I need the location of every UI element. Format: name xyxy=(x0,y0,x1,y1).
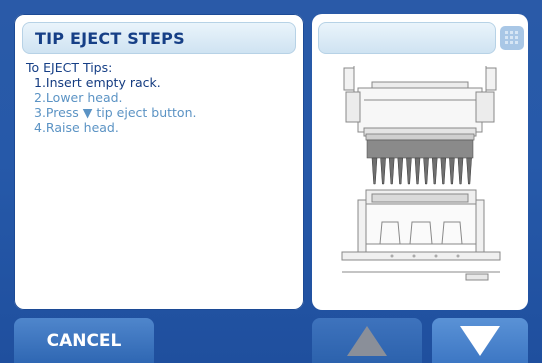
pipette-tip xyxy=(423,157,429,185)
triangle-down-icon xyxy=(460,325,500,356)
instructions-title: TIP EJECT STEPS xyxy=(35,29,185,48)
pipette-tip xyxy=(380,157,386,185)
pipette-head-tip-rack-icon xyxy=(341,66,501,281)
pipette-tip xyxy=(397,157,404,185)
pipette-tip xyxy=(466,157,472,185)
pipette-tip xyxy=(431,157,438,185)
down-arrow-button[interactable] xyxy=(432,318,528,363)
pipette-tip xyxy=(449,157,455,185)
pipette-tip xyxy=(457,157,464,185)
grid-icon xyxy=(505,31,518,44)
steps-list: 1.Insert empty rack. 2.Lower head. 3.Pre… xyxy=(34,75,196,135)
instructions-panel: TIP EJECT STEPS To EJECT Tips: 1.Insert … xyxy=(14,14,304,310)
pipette-tip xyxy=(414,157,421,185)
grid-button[interactable] xyxy=(500,26,524,50)
pipette-tip xyxy=(371,157,378,185)
step-1: 1.Insert empty rack. xyxy=(34,75,161,90)
step-3: 3.Press ▼ tip eject button. xyxy=(34,105,197,120)
pipette-tip xyxy=(440,157,447,185)
step-4: 4.Raise head. xyxy=(34,120,119,135)
cancel-button-label: CANCEL xyxy=(46,330,122,351)
step-2: 2.Lower head. xyxy=(34,90,123,105)
pipette-tip xyxy=(406,157,412,185)
instructions-intro: To EJECT Tips: xyxy=(26,60,113,75)
up-arrow-button[interactable] xyxy=(312,318,422,363)
illustration-panel xyxy=(312,14,528,310)
triangle-up-icon xyxy=(347,325,387,356)
cancel-button[interactable]: CANCEL xyxy=(14,318,154,363)
instructions-title-bar: TIP EJECT STEPS xyxy=(22,22,296,54)
pipette-tip xyxy=(388,157,395,185)
illustration-title-bar xyxy=(318,22,496,54)
